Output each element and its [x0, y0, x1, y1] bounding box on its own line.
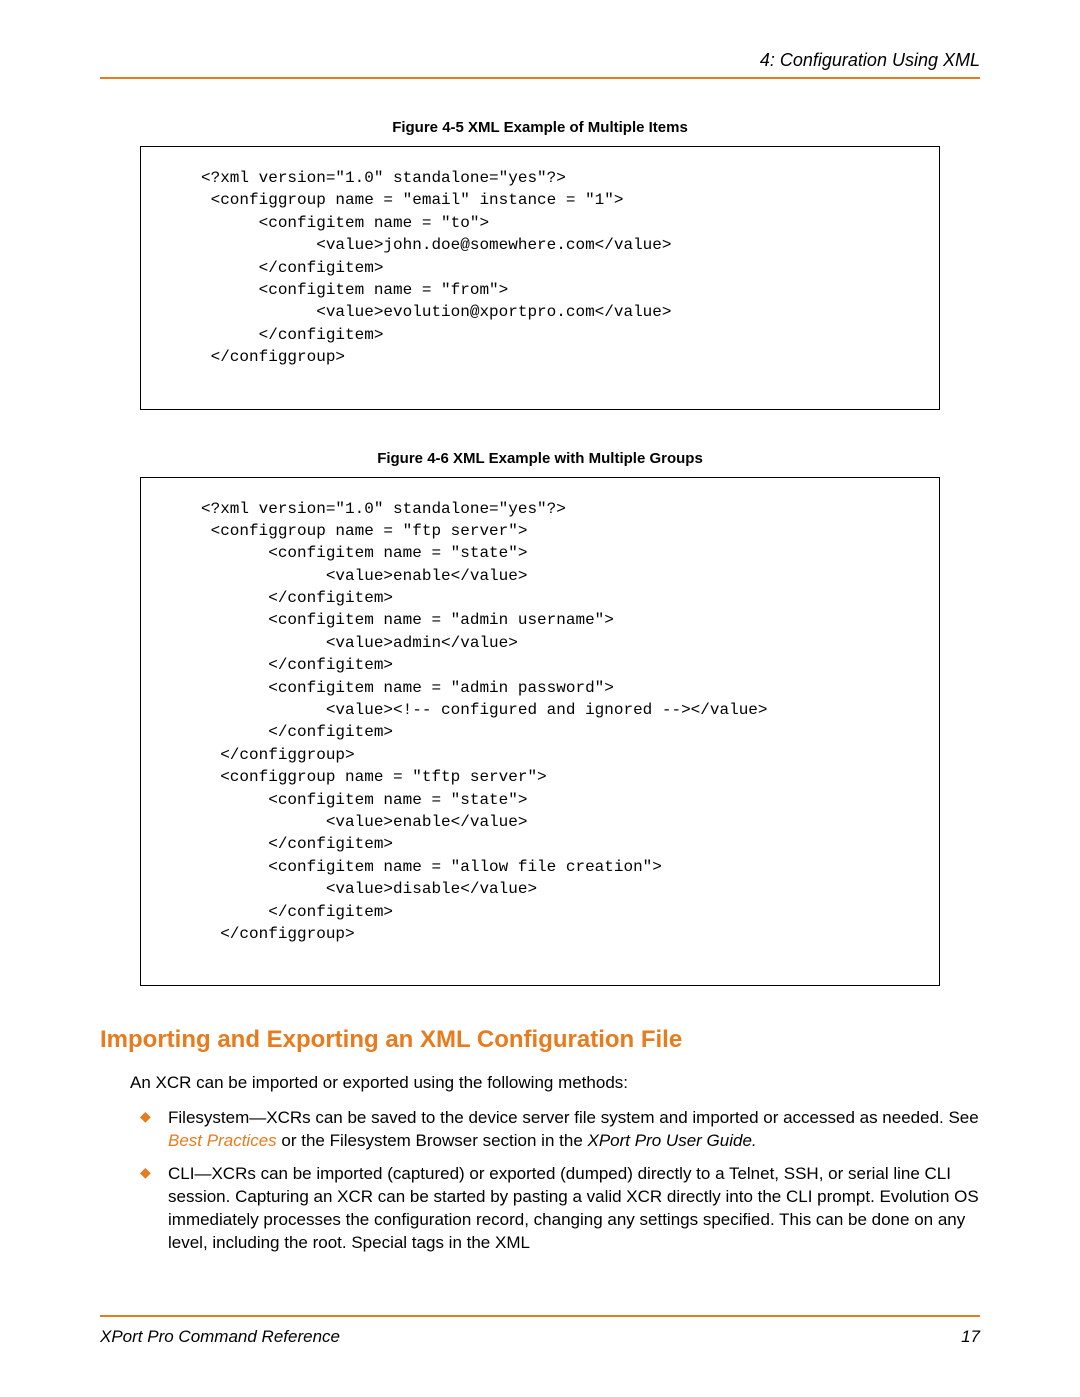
- method-list: Filesystem—XCRs can be saved to the devi…: [140, 1107, 980, 1255]
- list-item: CLI—XCRs can be imported (captured) or e…: [140, 1163, 980, 1255]
- chapter-label: 4: Configuration Using XML: [760, 50, 980, 70]
- bullet2-text: CLI—XCRs can be imported (captured) or e…: [168, 1164, 979, 1252]
- bullet1-text-c: XPort Pro User Guide.: [588, 1131, 757, 1150]
- page-header: 4: Configuration Using XML: [100, 50, 980, 79]
- footer-page-number: 17: [961, 1327, 980, 1347]
- bullet1-text-a: Filesystem—XCRs can be saved to the devi…: [168, 1108, 979, 1127]
- code-box-figure-4-5: <?xml version="1.0" standalone="yes"?> <…: [140, 146, 940, 410]
- section-heading: Importing and Exporting an XML Configura…: [100, 1026, 980, 1054]
- code-box-figure-4-6: <?xml version="1.0" standalone="yes"?> <…: [140, 477, 940, 987]
- footer-left: XPort Pro Command Reference: [100, 1327, 340, 1347]
- best-practices-link[interactable]: Best Practices: [168, 1131, 277, 1150]
- bullet1-text-b: or the Filesystem Browser section in the: [277, 1131, 588, 1150]
- intro-paragraph: An XCR can be imported or exported using…: [130, 1072, 980, 1095]
- figure-4-5-caption: Figure 4-5 XML Example of Multiple Items: [100, 119, 980, 136]
- list-item: Filesystem—XCRs can be saved to the devi…: [140, 1107, 980, 1153]
- figure-4-6-caption: Figure 4-6 XML Example with Multiple Gro…: [100, 450, 980, 467]
- page-footer: XPort Pro Command Reference 17: [100, 1315, 980, 1347]
